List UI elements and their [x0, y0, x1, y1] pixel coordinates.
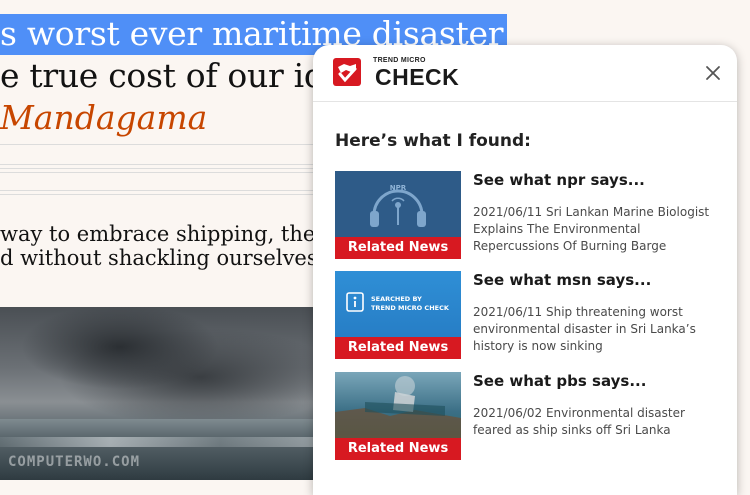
npr-thumbnail[interactable]: NPR Related News	[335, 171, 461, 259]
result-title[interactable]: See what pbs says...	[473, 372, 646, 390]
divider	[0, 172, 320, 173]
msn-thumb-label: SEARCHED BY	[371, 295, 422, 303]
close-icon[interactable]	[703, 63, 723, 83]
related-news-tag: Related News	[335, 337, 461, 359]
ship-photo-image	[335, 376, 461, 438]
result-description: 2021/06/11 Ship threatening worst enviro…	[473, 305, 696, 353]
divider	[0, 168, 320, 169]
info-icon: SEARCHED BY TREND MICRO CHECK	[346, 292, 450, 312]
related-news-tag: Related News	[335, 438, 461, 460]
result-title[interactable]: See what msn says...	[473, 271, 651, 289]
logo-brand-text: TREND MICRO	[373, 57, 426, 64]
pbs-thumbnail[interactable]: Related News	[335, 372, 461, 460]
divider	[0, 144, 320, 145]
svg-text:TREND MICRO CHECK: TREND MICRO CHECK	[371, 304, 450, 312]
divider	[0, 164, 320, 165]
trend-micro-logo-icon	[333, 58, 361, 86]
results-heading: Here’s what I found:	[335, 131, 531, 151]
result-item-npr[interactable]: NPR Related News See what npr says... 20…	[335, 171, 725, 259]
headline-line-2: e true cost of our ide	[0, 56, 344, 95]
divider	[0, 194, 320, 195]
divider	[0, 190, 320, 191]
result-description: 2021/06/02 Environmental disaster feared…	[473, 406, 685, 437]
watermark: COMPUTERWO.COM	[8, 454, 141, 470]
msn-thumbnail[interactable]: SEARCHED BY TREND MICRO CHECK Related Ne…	[335, 271, 461, 359]
popup-header: TREND MICRO CHECK	[313, 45, 737, 102]
article-byline: Mandagama	[0, 98, 208, 137]
result-description: 2021/06/11 Sri Lankan Marine Biologist E…	[473, 205, 710, 253]
article-body-line-2: d without shackling ourselves to u	[0, 246, 366, 270]
headphones-icon: NPR	[370, 184, 426, 227]
result-item-pbs[interactable]: Related News See what pbs says... 2021/0…	[335, 372, 725, 460]
result-title[interactable]: See what npr says...	[473, 171, 645, 189]
related-news-tag: Related News	[335, 237, 461, 259]
result-item-msn[interactable]: SEARCHED BY TREND MICRO CHECK Related Ne…	[335, 271, 725, 359]
logo-product-text: CHECK	[375, 64, 460, 90]
trend-micro-check-popup: TREND MICRO CHECK Here’s what I found: N…	[313, 45, 737, 495]
